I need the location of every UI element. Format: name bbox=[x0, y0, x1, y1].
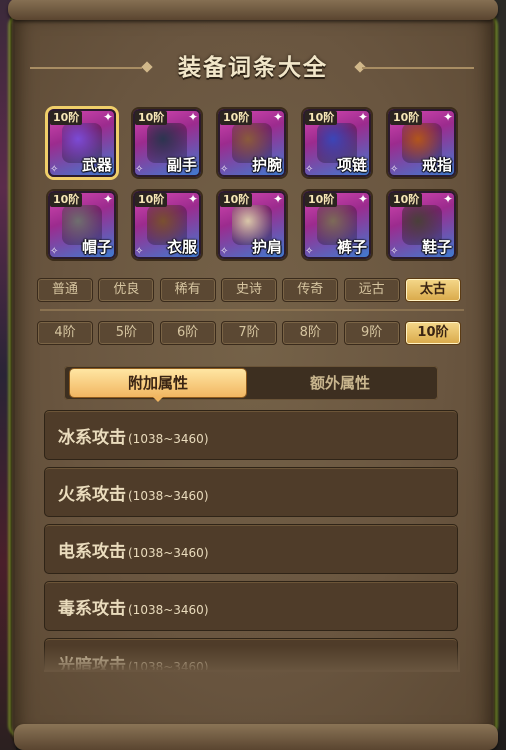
rarity-filter-button[interactable]: 传奇 bbox=[282, 278, 339, 302]
slot-name: 帽子 bbox=[81, 238, 112, 256]
title-divider-right bbox=[362, 67, 474, 69]
slot-name: 鞋子 bbox=[421, 238, 452, 256]
sparkle-icon: ✧ bbox=[220, 246, 229, 257]
slot-name: 项链 bbox=[336, 156, 367, 174]
star-icon: ✦ bbox=[357, 110, 368, 124]
equipment-slot[interactable]: 10阶 ✦ ✧ 鞋子 bbox=[388, 191, 456, 259]
tier-filter-row: 4阶 5阶 6阶 7阶 8阶 9阶 10阶 bbox=[37, 321, 461, 345]
equipment-slot[interactable]: 10阶 ✦ ✧ 护腕 bbox=[218, 109, 286, 177]
attribute-range: (1038~3460) bbox=[128, 432, 209, 446]
attribute-range: (1038~3460) bbox=[128, 603, 209, 617]
star-icon: ✦ bbox=[187, 192, 198, 206]
sparkle-icon: ✧ bbox=[390, 164, 399, 175]
attribute-tabs: 附加属性 额外属性 bbox=[64, 366, 438, 402]
star-icon: ✦ bbox=[187, 110, 198, 124]
sparkle-icon: ✧ bbox=[50, 246, 59, 257]
filter-divider bbox=[40, 309, 464, 311]
tier-badge: 10阶 bbox=[135, 193, 168, 207]
attribute-list[interactable]: 冰系攻击 (1038~3460) 火系攻击 (1038~3460) 电系攻击 (1038~… bbox=[44, 410, 460, 670]
scroll-top-roll bbox=[8, 0, 498, 20]
scroll-bottom-roll bbox=[14, 724, 498, 750]
title-bar: 装备词条大全 bbox=[0, 48, 506, 82]
list-fade bbox=[44, 646, 460, 672]
attribute-name-text: 冰系攻击 bbox=[58, 428, 126, 448]
star-icon: ✦ bbox=[357, 192, 368, 206]
sparkle-icon: ✧ bbox=[390, 246, 399, 257]
attribute-name: 火系攻击 (1038~3460) bbox=[58, 480, 209, 505]
equipment-slot[interactable]: 10阶 ✦ ✧ 帽子 bbox=[48, 191, 116, 259]
star-icon: ✦ bbox=[442, 110, 453, 124]
slot-name: 副手 bbox=[166, 156, 197, 174]
equipment-slot[interactable]: 10阶 ✦ ✧ 戒指 bbox=[388, 109, 456, 177]
attribute-row: 火系攻击 (1038~3460) bbox=[44, 467, 458, 517]
equipment-slot[interactable]: 10阶 ✦ ✧ 副手 bbox=[133, 109, 201, 177]
tier-filter-button[interactable]: 5阶 bbox=[98, 321, 155, 345]
tier-badge: 10阶 bbox=[50, 111, 83, 125]
sparkle-icon: ✧ bbox=[305, 164, 314, 175]
slot-name: 戒指 bbox=[421, 156, 452, 174]
tab-extra-attributes[interactable]: 额外属性 bbox=[250, 369, 430, 397]
sparkle-icon: ✧ bbox=[50, 164, 59, 175]
star-icon: ✦ bbox=[102, 192, 113, 206]
equipment-slot[interactable]: 10阶 ✦ ✧ 项链 bbox=[303, 109, 371, 177]
tier-badge: 10阶 bbox=[50, 193, 83, 207]
sparkle-icon: ✧ bbox=[305, 246, 314, 257]
tier-filter-button[interactable]: 7阶 bbox=[220, 321, 277, 345]
rarity-filter-button[interactable]: 稀有 bbox=[159, 278, 216, 302]
tier-filter-button[interactable]: 10阶 bbox=[404, 321, 461, 345]
rarity-filter-row: 普通 优良 稀有 史诗 传奇 远古 太古 bbox=[37, 278, 461, 302]
star-icon: ✦ bbox=[272, 192, 283, 206]
tier-filter-button[interactable]: 4阶 bbox=[37, 321, 93, 345]
attribute-name-text: 电系攻击 bbox=[58, 542, 126, 562]
tier-badge: 10阶 bbox=[135, 111, 168, 125]
attribute-name: 电系攻击 (1038~3460) bbox=[58, 537, 209, 562]
star-icon: ✦ bbox=[272, 110, 283, 124]
sparkle-icon: ✧ bbox=[135, 246, 144, 257]
tier-filter-button[interactable]: 6阶 bbox=[159, 321, 216, 345]
equipment-slot[interactable]: 10阶 ✦ ✧ 衣服 bbox=[133, 191, 201, 259]
rarity-filter-button[interactable]: 史诗 bbox=[220, 278, 277, 302]
background-right-edge bbox=[492, 0, 506, 750]
slot-name: 裤子 bbox=[336, 238, 367, 256]
attribute-name: 冰系攻击 (1038~3460) bbox=[58, 423, 209, 448]
star-icon: ✦ bbox=[442, 192, 453, 206]
sparkle-icon: ✧ bbox=[220, 164, 229, 175]
rarity-filter-button[interactable]: 远古 bbox=[343, 278, 400, 302]
attribute-name-text: 毒系攻击 bbox=[58, 599, 126, 619]
tier-badge: 10阶 bbox=[305, 193, 338, 207]
slot-name: 衣服 bbox=[166, 238, 197, 256]
attribute-range: (1038~3460) bbox=[128, 546, 209, 560]
rarity-filter-button[interactable]: 太古 bbox=[404, 278, 461, 302]
attribute-name-text: 火系攻击 bbox=[58, 485, 126, 505]
equipment-slot[interactable]: 10阶 ✦ ✧ 武器 bbox=[48, 109, 116, 177]
star-icon: ✦ bbox=[102, 110, 113, 124]
tier-badge: 10阶 bbox=[305, 111, 338, 125]
tab-bonus-attributes[interactable]: 附加属性 bbox=[70, 369, 246, 397]
slot-name: 护肩 bbox=[251, 238, 282, 256]
tier-badge: 10阶 bbox=[390, 193, 423, 207]
tier-badge: 10阶 bbox=[220, 111, 253, 125]
tier-filter-button[interactable]: 8阶 bbox=[282, 321, 339, 345]
panel-title: 装备词条大全 bbox=[178, 55, 328, 81]
attribute-row: 毒系攻击 (1038~3460) bbox=[44, 581, 458, 631]
active-tab-pointer bbox=[153, 397, 163, 402]
sparkle-icon: ✧ bbox=[135, 164, 144, 175]
attribute-row: 电系攻击 (1038~3460) bbox=[44, 524, 458, 574]
attribute-range: (1038~3460) bbox=[128, 489, 209, 503]
tier-badge: 10阶 bbox=[220, 193, 253, 207]
attribute-name: 毒系攻击 (1038~3460) bbox=[58, 594, 209, 619]
equipment-slot[interactable]: 10阶 ✦ ✧ 护肩 bbox=[218, 191, 286, 259]
slot-name: 护腕 bbox=[251, 156, 282, 174]
tier-filter-button[interactable]: 9阶 bbox=[343, 321, 400, 345]
tier-badge: 10阶 bbox=[390, 111, 423, 125]
equipment-slot[interactable]: 10阶 ✦ ✧ 裤子 bbox=[303, 191, 371, 259]
attribute-row: 冰系攻击 (1038~3460) bbox=[44, 410, 458, 460]
rarity-filter-button[interactable]: 优良 bbox=[98, 278, 155, 302]
slot-name: 武器 bbox=[81, 156, 112, 174]
rarity-filter-button[interactable]: 普通 bbox=[37, 278, 93, 302]
